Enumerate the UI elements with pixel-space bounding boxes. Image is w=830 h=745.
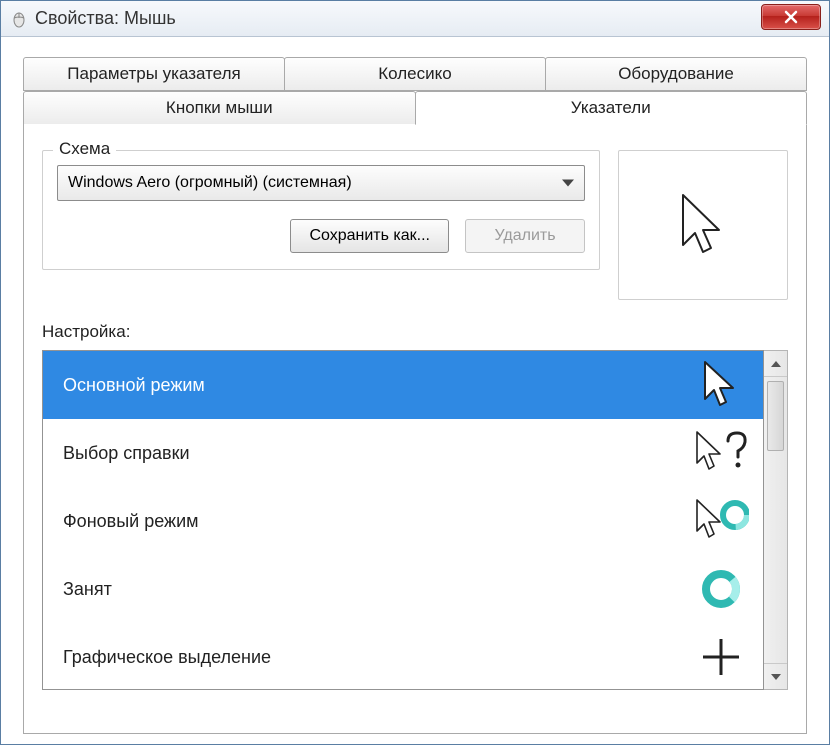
arrow-busy-cursor-icon (693, 493, 749, 549)
tab-row-lower: Кнопки мыши Указатели (23, 91, 807, 125)
list-item[interactable]: Выбор справки (43, 419, 763, 487)
tab-wheel[interactable]: Колесико (284, 57, 546, 91)
arrow-cursor-icon (673, 190, 733, 260)
list-item[interactable]: Фоновый режим (43, 487, 763, 555)
list-item[interactable]: Основной режим (43, 351, 763, 419)
busy-cursor-icon (693, 561, 749, 617)
cursor-listbox[interactable]: Основной режим Выбор справки (42, 350, 764, 690)
cursor-listbox-wrap: Основной режим Выбор справки (42, 350, 788, 690)
save-as-button[interactable]: Сохранить как... (290, 219, 449, 253)
list-item-label: Графическое выделение (63, 647, 271, 668)
scheme-group: Схема Windows Aero (огромный) (системная… (42, 142, 600, 270)
triangle-up-icon (771, 361, 781, 367)
list-item-label: Выбор справки (63, 443, 190, 464)
triangle-down-icon (771, 674, 781, 680)
tabs: Параметры указателя Колесико Оборудовани… (23, 57, 807, 734)
list-item-label: Занят (63, 579, 112, 600)
window-title: Свойства: Мышь (35, 8, 176, 29)
scheme-dropdown[interactable]: Windows Aero (огромный) (системная) (57, 165, 585, 201)
close-button[interactable] (761, 4, 821, 30)
scheme-buttons: Сохранить как... Удалить (57, 219, 585, 253)
precision-cross-cursor-icon (693, 629, 749, 685)
client-area: Параметры указателя Колесико Оборудовани… (1, 37, 829, 744)
list-item[interactable]: Графическое выделение (43, 623, 763, 690)
mouse-properties-window: Свойства: Мышь Параметры указателя Колес… (0, 0, 830, 745)
scheme-selected-value: Windows Aero (огромный) (системная) (68, 174, 352, 192)
cursor-preview-box (618, 150, 788, 300)
tab-row-upper: Параметры указателя Колесико Оборудовани… (23, 57, 807, 91)
listbox-scrollbar[interactable] (764, 350, 788, 690)
scroll-track[interactable] (764, 377, 787, 663)
tab-pointers[interactable]: Указатели (415, 91, 808, 125)
scheme-legend: Схема (53, 139, 116, 159)
list-item-label: Основной режим (63, 375, 205, 396)
chevron-down-icon (562, 180, 574, 187)
arrow-cursor-icon (693, 357, 749, 413)
scheme-and-preview-row: Схема Windows Aero (огромный) (системная… (42, 142, 788, 300)
arrow-help-cursor-icon (693, 425, 749, 481)
scroll-down-button[interactable] (764, 663, 787, 689)
mouse-icon (9, 9, 29, 29)
titlebar: Свойства: Мышь (1, 1, 829, 37)
tab-hardware[interactable]: Оборудование (545, 57, 807, 91)
scroll-thumb[interactable] (767, 381, 784, 451)
customize-label: Настройка: (42, 322, 788, 342)
tab-panel-pointers: Схема Windows Aero (огромный) (системная… (23, 124, 807, 734)
close-icon (784, 10, 798, 24)
list-item[interactable]: Занят (43, 555, 763, 623)
scheme-fieldset: Схема Windows Aero (огромный) (системная… (42, 150, 600, 270)
list-item-label: Фоновый режим (63, 511, 199, 532)
tab-pointer-options[interactable]: Параметры указателя (23, 57, 285, 91)
scroll-up-button[interactable] (764, 351, 787, 377)
tab-buttons[interactable]: Кнопки мыши (23, 91, 416, 125)
delete-button: Удалить (465, 219, 585, 253)
